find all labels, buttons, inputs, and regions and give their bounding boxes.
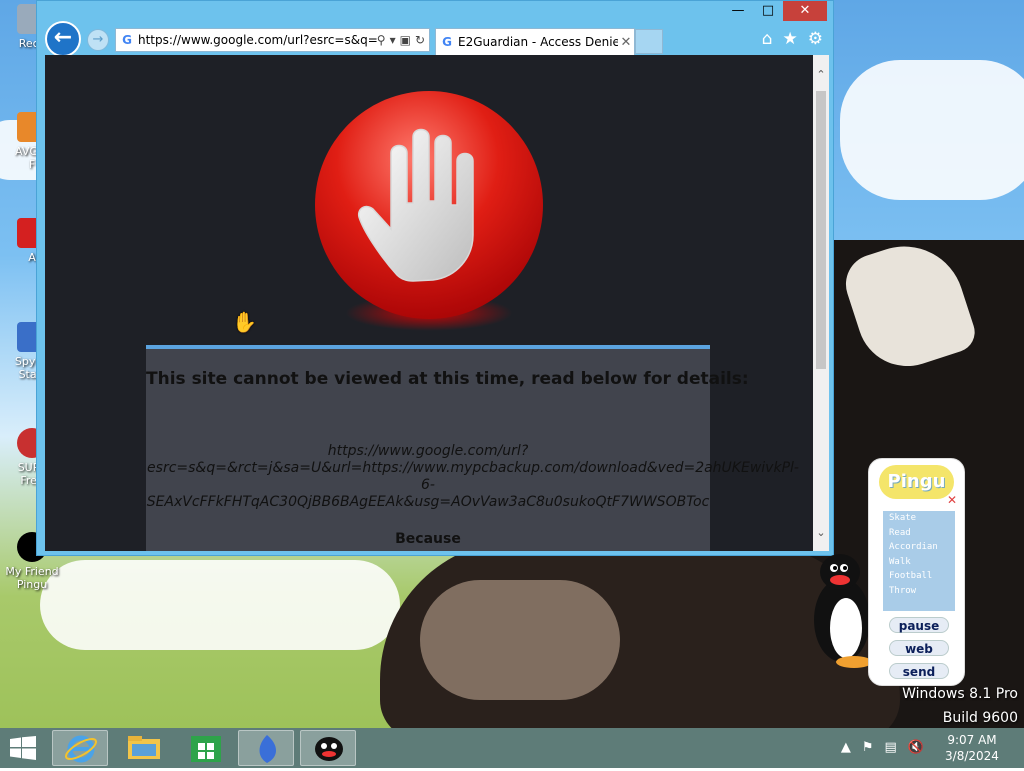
taskbar-clock[interactable]: 9:07 AM 3/8/2024 (940, 732, 1004, 764)
blocked-url-line: SEAxVcFFkFHTqAC30QjBB6BAgEEAk&usg=AOvVaw… (146, 494, 710, 510)
refresh-icon[interactable]: ↻ (415, 33, 425, 47)
google-favicon-icon: G (442, 35, 452, 49)
pingu-web-button[interactable]: web (889, 640, 949, 656)
windows-build-watermark: Build 9600 (942, 710, 1018, 726)
lock-icon[interactable]: ▣ (400, 33, 411, 47)
pingu-logo: Pingu (879, 465, 954, 499)
page-title: This site cannot be viewed at this time,… (146, 369, 749, 389)
forward-button[interactable]: → (87, 29, 109, 51)
folder-icon (128, 736, 160, 759)
store-icon (191, 736, 221, 762)
chevron-up-icon[interactable]: ⌃ (813, 67, 829, 83)
window-controls: — □ ✕ (723, 1, 827, 21)
minimize-button[interactable]: — (723, 1, 753, 21)
cow-wallpaper-snout (420, 580, 620, 700)
settings-gear-icon[interactable]: ⚙ (808, 29, 823, 49)
arrow-left-icon: ← (53, 25, 73, 50)
browser-window: — □ ✕ ← → G https://www.google.com/url?e… (36, 0, 834, 556)
internet-explorer-icon (64, 735, 98, 763)
tab-close-icon[interactable]: ✕ (618, 35, 634, 50)
pingu-menu-item[interactable]: Throw (889, 584, 955, 599)
vertical-scrollbar[interactable]: ⌃ ⌄ (813, 55, 829, 551)
taskbar-file-explorer[interactable] (116, 730, 172, 766)
arrow-right-icon: → (92, 32, 104, 47)
system-tray: ▲ ⚑ ▤ 🔇 (841, 740, 924, 755)
page-content: This site cannot be viewed at this time,… (45, 55, 813, 551)
taskbar-pingu[interactable] (300, 730, 356, 766)
taskbar-app-blue[interactable] (238, 730, 294, 766)
volume-muted-icon[interactable]: 🔇 (908, 740, 924, 755)
app-flame-icon (259, 735, 276, 763)
blocked-url-line: https://www.google.com/url? (327, 443, 529, 459)
network-icon[interactable]: ▤ (885, 740, 897, 755)
address-bar[interactable]: G https://www.google.com/url?esrc=s&q= ⚲… (115, 28, 430, 52)
search-icon[interactable]: ⚲ (377, 33, 386, 47)
tab-title: E2Guardian - Access Denied (458, 35, 618, 49)
blocked-url: https://www.google.com/url? esrc=s&q=&rc… (146, 443, 799, 511)
desktop-icon-label: A (28, 251, 36, 264)
pingu-menu: Skate Read Accordian Walk Football Throw (883, 511, 955, 611)
desktop-icon-label: My Friend Pingu (5, 565, 59, 591)
favorites-star-icon[interactable]: ★ (783, 29, 798, 49)
pingu-pause-button[interactable]: pause (889, 617, 949, 633)
pingu-widget: Pingu ✕ Skate Read Accordian Walk Footba… (868, 458, 965, 686)
chevron-down-icon[interactable]: ⌄ (813, 525, 829, 541)
blocked-url-line: esrc=s&q=&rct=j&sa=U&url=https://www.myp… (147, 460, 799, 476)
browser-tools: ⌂ ★ ⚙ (762, 29, 823, 49)
windows-start-icon[interactable] (10, 736, 36, 760)
clock-date: 3/8/2024 (945, 749, 999, 763)
new-tab-button[interactable] (635, 29, 663, 54)
address-input[interactable]: https://www.google.com/url?esrc=s&q= (138, 33, 377, 47)
hand-cursor-icon: ✋ (232, 310, 257, 334)
dropdown-icon[interactable]: ▾ (390, 33, 396, 47)
reason-heading: Because (395, 531, 461, 547)
close-icon[interactable]: ✕ (947, 493, 957, 507)
taskbar-internet-explorer[interactable] (52, 730, 108, 766)
pingu-menu-item[interactable]: Accordian (889, 540, 955, 555)
action-center-flag-icon[interactable]: ⚑ (862, 740, 874, 755)
blocked-url-line: 6- (421, 477, 435, 493)
show-hidden-icons-chevron-icon[interactable]: ▲ (841, 740, 851, 755)
pingu-taskbar-icon (315, 737, 343, 761)
pingu-menu-item[interactable]: Read (889, 526, 955, 541)
scrollbar-thumb[interactable] (816, 91, 826, 369)
close-button[interactable]: ✕ (783, 1, 827, 21)
home-icon[interactable]: ⌂ (762, 29, 773, 49)
stop-hand-icon (357, 128, 474, 282)
windows-edition-watermark: Windows 8.1 Pro (902, 686, 1018, 702)
pingu-menu-item[interactable]: Walk (889, 555, 955, 570)
back-button[interactable]: ← (45, 21, 81, 57)
pingu-menu-item[interactable]: Skate (889, 511, 955, 526)
pingu-send-button[interactable]: send (889, 663, 949, 679)
maximize-button[interactable]: □ (753, 1, 783, 21)
taskbar: ▲ ⚑ ▤ 🔇 9:07 AM 3/8/2024 (0, 728, 1024, 768)
pingu-menu-item[interactable]: Football (889, 569, 955, 584)
google-favicon-icon: G (122, 33, 132, 47)
clock-time: 9:07 AM (947, 733, 997, 747)
taskbar-store[interactable] (178, 730, 234, 766)
tab-active[interactable]: G E2Guardian - Access Denied ✕ (435, 28, 635, 55)
message-panel: This site cannot be viewed at this time,… (146, 345, 799, 551)
